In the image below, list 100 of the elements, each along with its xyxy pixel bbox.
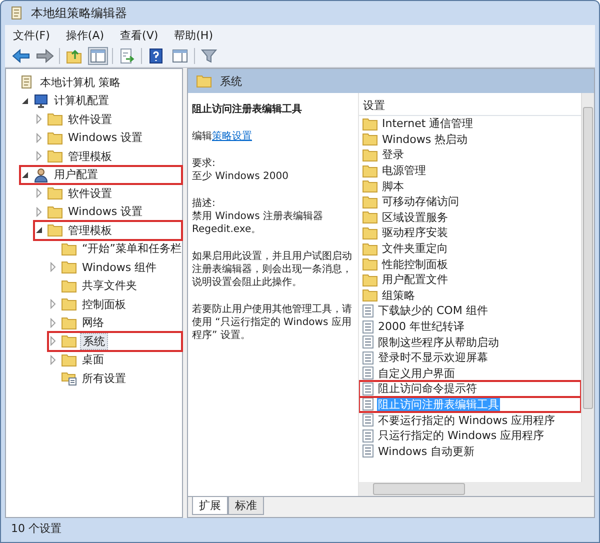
document-icon (362, 397, 374, 412)
tree-item[interactable]: 控制面板 (48, 295, 182, 314)
back-arrow-icon[interactable] (12, 49, 30, 63)
tree-item[interactable]: 网络 (48, 314, 182, 332)
export-icon[interactable] (119, 48, 135, 64)
vertical-scrollbar[interactable] (581, 93, 594, 482)
collapsed-arrow-icon[interactable] (34, 206, 44, 217)
tree-item-label: 软件设置 (67, 112, 113, 127)
setting-label: 区域设置服务 (381, 210, 449, 225)
setting-label: 文件夹重定向 (381, 241, 449, 256)
folder-icon (362, 272, 378, 287)
tree-item-label: 系统 (80, 332, 108, 350)
setting-item[interactable]: 组策略 (359, 288, 581, 304)
setting-item[interactable]: 区域设置服务 (359, 210, 581, 226)
setting-label: 电源管理 (381, 163, 427, 178)
setting-item[interactable]: 可移动存储访问 (359, 194, 581, 210)
status-text: 10 个设置 (11, 520, 62, 536)
tree-item[interactable]: Windows 设置 (34, 128, 182, 147)
setting-item[interactable]: 脚本 (359, 178, 581, 194)
tree-item[interactable]: 桌面 (48, 350, 182, 369)
setting-item[interactable]: 电源管理 (359, 162, 581, 178)
tree-item-label: 软件设置 (67, 186, 113, 201)
document-icon (362, 382, 374, 396)
setting-item[interactable]: Internet 通信管理 (359, 116, 581, 132)
collapsed-arrow-icon[interactable] (34, 114, 44, 124)
setting-item[interactable]: 只运行指定的 Windows 应用程序 (359, 428, 581, 444)
policy-settings-link[interactable]: 策略设置 (212, 131, 252, 142)
setting-item[interactable]: 登录 (359, 147, 581, 163)
tree-item[interactable]: Windows 设置 (34, 202, 182, 221)
tree-item[interactable]: 计算机配置 (20, 92, 182, 110)
tree-item[interactable]: “开始”菜单和任务栏 (48, 240, 182, 258)
setting-item[interactable]: 用户配置文件 (359, 272, 581, 288)
folder-icon (362, 148, 378, 162)
setting-item[interactable]: 自定义用户界面 (359, 366, 581, 382)
help-icon[interactable] (149, 48, 163, 64)
filter-icon[interactable] (201, 48, 217, 64)
description-text: 若要防止用户使用其他管理工具，请使用 “只运行指定的 Windows 应用程序” 设置。 (192, 303, 352, 342)
collapsed-arrow-icon[interactable] (48, 336, 58, 346)
setting-label: Windows 热启动 (381, 132, 469, 147)
collapsed-arrow-icon[interactable] (34, 151, 44, 162)
setting-item[interactable]: 阻止访问命令提示符 (359, 381, 581, 397)
tree-item[interactable]: 本地计算机 策略 (6, 73, 182, 92)
view-tab[interactable]: 标准 (228, 497, 264, 515)
setting-item[interactable]: Windows 自动更新 (359, 443, 581, 460)
window-title: 本地组策略编辑器 (31, 4, 127, 22)
expanded-arrow-icon[interactable] (20, 96, 30, 106)
tree-item[interactable]: 软件设置 (34, 184, 182, 202)
forward-arrow-icon[interactable] (36, 49, 54, 63)
description-text: 禁用 Windows 注册表编辑器 Regedit.exe。 (192, 211, 323, 235)
menu-item[interactable]: 帮助(H) (172, 26, 215, 44)
tree-item[interactable]: 共享文件夹 (48, 276, 182, 295)
setting-item[interactable]: 限制这些程序从帮助启动 (359, 334, 581, 350)
collapsed-arrow-icon[interactable] (34, 188, 44, 198)
tree-item[interactable]: 系统 (48, 332, 182, 350)
tree-item[interactable]: 管理模板 (34, 221, 182, 240)
horizontal-scrollbar[interactable] (359, 482, 594, 496)
setting-item[interactable]: 驱动程序安装 (359, 225, 581, 241)
expanded-arrow-icon[interactable] (20, 170, 30, 180)
setting-item[interactable]: 性能控制面板 (359, 256, 581, 272)
tree-item[interactable]: 软件设置 (34, 110, 182, 128)
collapsed-arrow-icon[interactable] (48, 354, 58, 365)
tree-item[interactable]: 所有设置 (48, 369, 182, 388)
setting-item[interactable]: 2000 年世纪转译 (359, 318, 581, 334)
folder-icon[interactable] (66, 48, 82, 64)
setting-item[interactable]: 文件夹重定向 (359, 240, 581, 256)
menu-item[interactable]: 查看(V) (118, 26, 160, 44)
panel-icon[interactable] (172, 49, 188, 63)
setting-label: 只运行指定的 Windows 应用程序 (377, 428, 546, 444)
folder-icon (61, 316, 77, 330)
tree-item[interactable]: Windows 组件 (48, 258, 182, 276)
setting-label: 阻止访问注册表编辑工具 (377, 396, 500, 412)
tree-item-label: Windows 设置 (67, 204, 144, 220)
collapsed-arrow-icon[interactable] (48, 262, 58, 272)
tree-item[interactable]: 管理模板 (34, 147, 182, 166)
expanded-arrow-icon[interactable] (34, 225, 44, 236)
view-tab[interactable]: 扩展 (192, 497, 228, 515)
collapsed-arrow-icon[interactable] (34, 132, 44, 143)
folder-icon (362, 132, 378, 146)
pane-title: 系统 (220, 74, 242, 88)
folder-icon (47, 223, 63, 238)
collapsed-arrow-icon[interactable] (48, 299, 58, 310)
settings-icon (61, 370, 77, 386)
folder-icon (61, 297, 77, 312)
setting-label: 可移动存储访问 (381, 194, 460, 210)
menu-item[interactable]: 文件(F) (11, 26, 52, 44)
setting-item[interactable]: 登录时不显示欢迎屏幕 (359, 350, 581, 366)
collapsed-arrow-icon[interactable] (48, 318, 58, 328)
user-icon (33, 166, 49, 183)
setting-item[interactable]: 下载缺少的 COM 组件 (359, 303, 581, 319)
setting-item[interactable]: Windows 热启动 (359, 132, 581, 148)
setting-item[interactable]: 不要运行指定的 Windows 应用程序 (359, 412, 581, 428)
menu-item[interactable]: 操作(A) (64, 26, 106, 44)
folder-icon (362, 242, 378, 256)
tree-item[interactable]: 用户配置 (20, 166, 182, 184)
setting-title: 阻止访问注册表编辑工具 (192, 103, 303, 116)
tree-item-label: Windows 设置 (67, 130, 144, 146)
panel-icon[interactable] (90, 49, 106, 63)
setting-label: 组策略 (381, 288, 416, 303)
column-header[interactable]: 设置 (359, 93, 581, 116)
setting-label: Internet 通信管理 (381, 116, 474, 132)
